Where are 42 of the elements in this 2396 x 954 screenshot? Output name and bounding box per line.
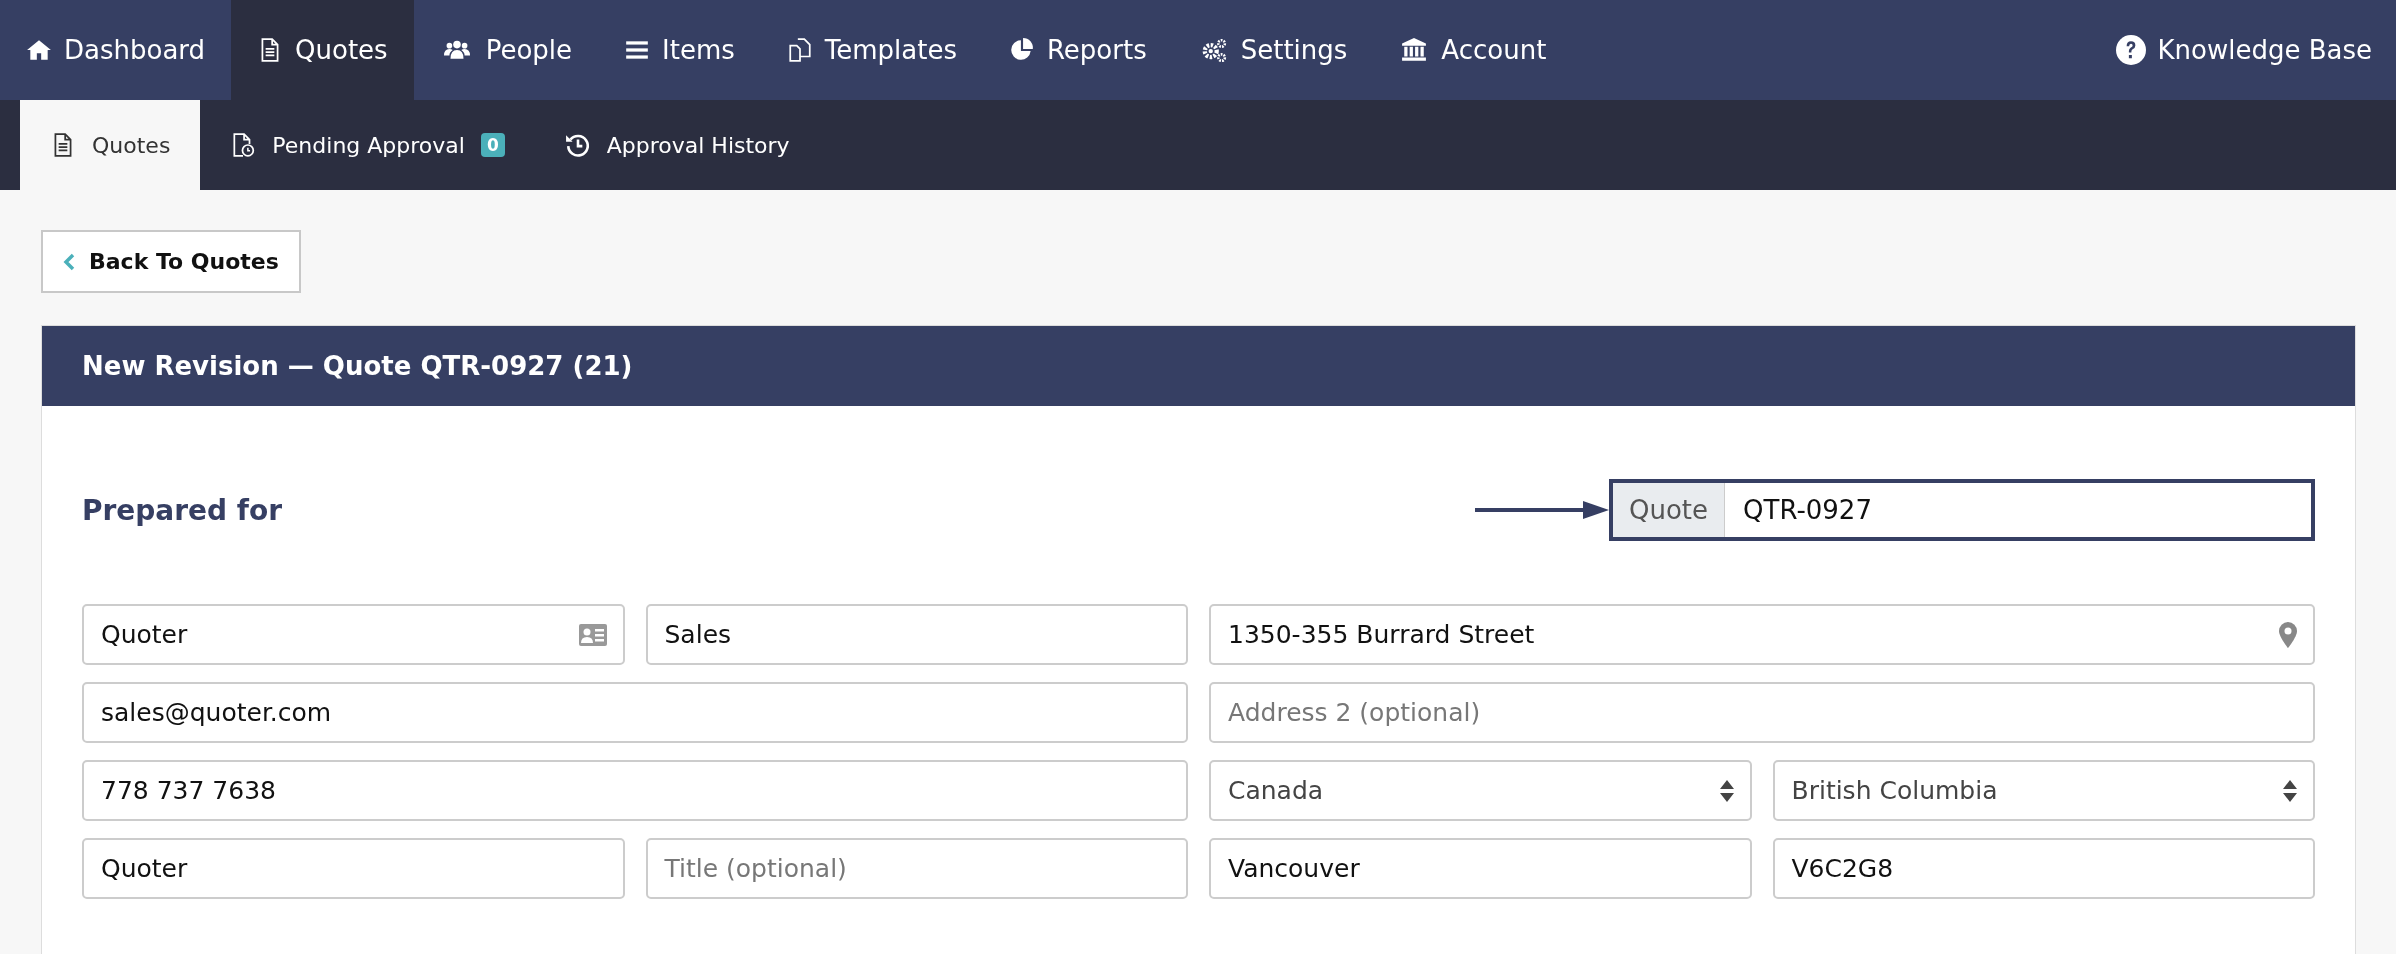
card-header: New Revision — Quote QTR-0927 (21) xyxy=(42,326,2355,406)
nav-tab[interactable]: Quotes xyxy=(231,0,414,100)
input-field[interactable]: Title (optional) xyxy=(645,838,1188,899)
nav-tab[interactable]: People xyxy=(413,0,599,100)
chevron-left-icon xyxy=(63,252,75,271)
select-field[interactable]: Canada xyxy=(1209,760,1752,821)
copy-icon xyxy=(786,37,813,63)
count-badge: 0 xyxy=(480,133,505,157)
input-field[interactable]: 778 737 7638 xyxy=(82,760,1188,821)
nav-tab[interactable]: Items xyxy=(598,0,761,100)
select-arrows-icon xyxy=(2283,779,2297,802)
help-icon xyxy=(2115,35,2146,65)
nav-tab[interactable]: Templates xyxy=(760,0,983,100)
sub-nav-tab[interactable]: Approval History xyxy=(534,100,820,190)
input-field[interactable]: Sales xyxy=(645,604,1188,665)
quote-number-field[interactable]: Quote QTR-0927 xyxy=(1609,479,2315,541)
pie-chart-icon xyxy=(1008,37,1035,63)
input-field[interactable]: Address 2 (optional) xyxy=(1209,682,2315,743)
nav-tab[interactable]: Dashboard xyxy=(0,0,232,100)
history-icon xyxy=(564,132,591,158)
nav-tab[interactable]: Settings xyxy=(1172,0,1374,100)
back-button[interactable]: Back To Quotes xyxy=(41,230,301,293)
nav-tab[interactable]: Account xyxy=(1373,0,1573,100)
select-field[interactable]: British Columbia xyxy=(1772,760,2315,821)
tab-label: Quotes xyxy=(92,132,171,158)
section-title: Prepared for xyxy=(82,493,283,527)
input-field[interactable]: sales@quoter.com xyxy=(82,682,1188,743)
input-field[interactable]: Quoter xyxy=(82,838,625,899)
input-field[interactable]: V6C2G8 xyxy=(1772,838,2315,899)
tab-label: Pending Approval xyxy=(272,132,465,158)
tab-label: Approval History xyxy=(606,132,790,158)
sub-nav-tab[interactable]: Pending Approval 0 xyxy=(200,100,535,190)
map-pin-icon xyxy=(2279,621,2297,648)
document-clock-icon xyxy=(230,132,257,158)
contact-card-icon[interactable] xyxy=(578,623,607,646)
sub-nav-tab[interactable]: Quotes xyxy=(20,100,201,190)
input-field[interactable]: 1350-355 Burrard Street xyxy=(1209,604,2315,665)
input-field[interactable]: Quoter xyxy=(82,604,625,665)
knowledge-base-link[interactable]: Knowledge Base xyxy=(2089,0,2396,100)
select-arrows-icon xyxy=(1719,779,1734,802)
input-field[interactable]: Vancouver xyxy=(1209,838,1752,899)
nav-tab[interactable]: Reports xyxy=(982,0,1173,100)
